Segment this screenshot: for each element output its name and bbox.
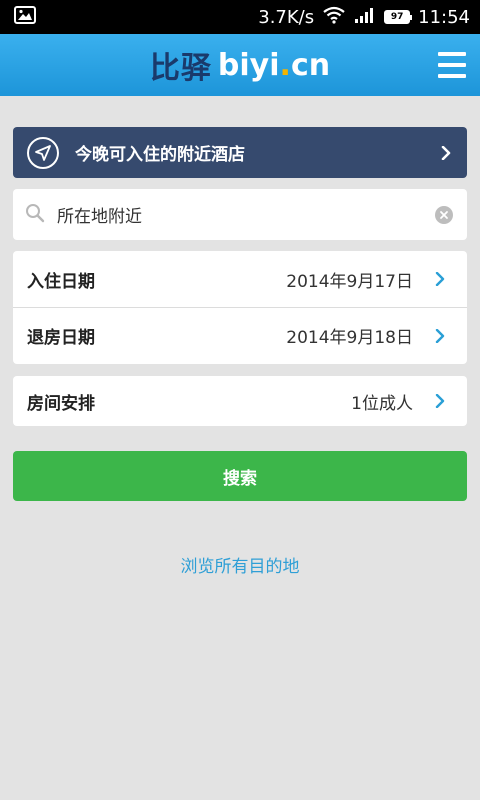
browse-all-destinations-link[interactable]: 浏览所有目的地 bbox=[0, 552, 480, 577]
nearby-hotels-tonight-button[interactable]: 今晚可入住的附近酒店 bbox=[13, 127, 467, 178]
room-label: 房间安排 bbox=[27, 393, 95, 414]
checkout-value: 2014年9月18日 bbox=[286, 328, 413, 348]
clear-icon[interactable] bbox=[435, 205, 453, 224]
chevron-right-icon bbox=[441, 145, 451, 160]
logo-english-name: biyi bbox=[217, 47, 280, 83]
logo-dot: . bbox=[279, 47, 291, 83]
app-header: 比驿 biyi.cn bbox=[0, 34, 480, 96]
navigation-arrow-icon bbox=[27, 136, 59, 169]
date-selection-card: 入住日期 2014年9月17日 退房日期 2014年9月18日 bbox=[13, 251, 467, 364]
room-arrangement-card: 房间安排 1位成人 bbox=[13, 376, 467, 426]
nearby-hotels-label: 今晚可入住的附近酒店 bbox=[75, 145, 245, 165]
hamburger-menu-icon[interactable] bbox=[438, 52, 466, 78]
logo-english-tld: cn bbox=[290, 47, 331, 83]
checkin-value: 2014年9月17日 bbox=[286, 271, 413, 292]
chevron-right-icon bbox=[435, 394, 445, 408]
image-notification-icon bbox=[14, 6, 36, 28]
chevron-right-icon bbox=[435, 272, 445, 286]
checkin-date-row[interactable]: 入住日期 2014年9月17日 bbox=[13, 251, 467, 307]
signal-icon bbox=[354, 6, 376, 29]
location-search-input[interactable] bbox=[57, 204, 435, 225]
logo-english: biyi.cn bbox=[218, 48, 330, 83]
checkout-date-row[interactable]: 退房日期 2014年9月18日 bbox=[13, 307, 467, 363]
app-logo[interactable]: 比驿 biyi.cn bbox=[150, 43, 330, 87]
search-button[interactable]: 搜索 bbox=[13, 451, 467, 501]
battery-icon: 97 bbox=[384, 10, 413, 24]
room-value: 1位成人 bbox=[351, 393, 413, 414]
room-arrangement-row[interactable]: 房间安排 1位成人 bbox=[13, 376, 467, 426]
checkin-label: 入住日期 bbox=[27, 271, 95, 292]
network-speed: 3.7K/s bbox=[258, 6, 315, 28]
wifi-icon bbox=[322, 6, 346, 29]
checkout-label: 退房日期 bbox=[27, 328, 95, 348]
logo-chinese: 比驿 bbox=[149, 51, 212, 86]
location-search-box bbox=[13, 189, 467, 240]
status-bar: 3.7K/s 97 11:54 bbox=[0, 0, 480, 34]
chevron-right-icon bbox=[435, 328, 445, 343]
clock: 11:54 bbox=[418, 6, 470, 28]
search-icon bbox=[25, 203, 45, 227]
